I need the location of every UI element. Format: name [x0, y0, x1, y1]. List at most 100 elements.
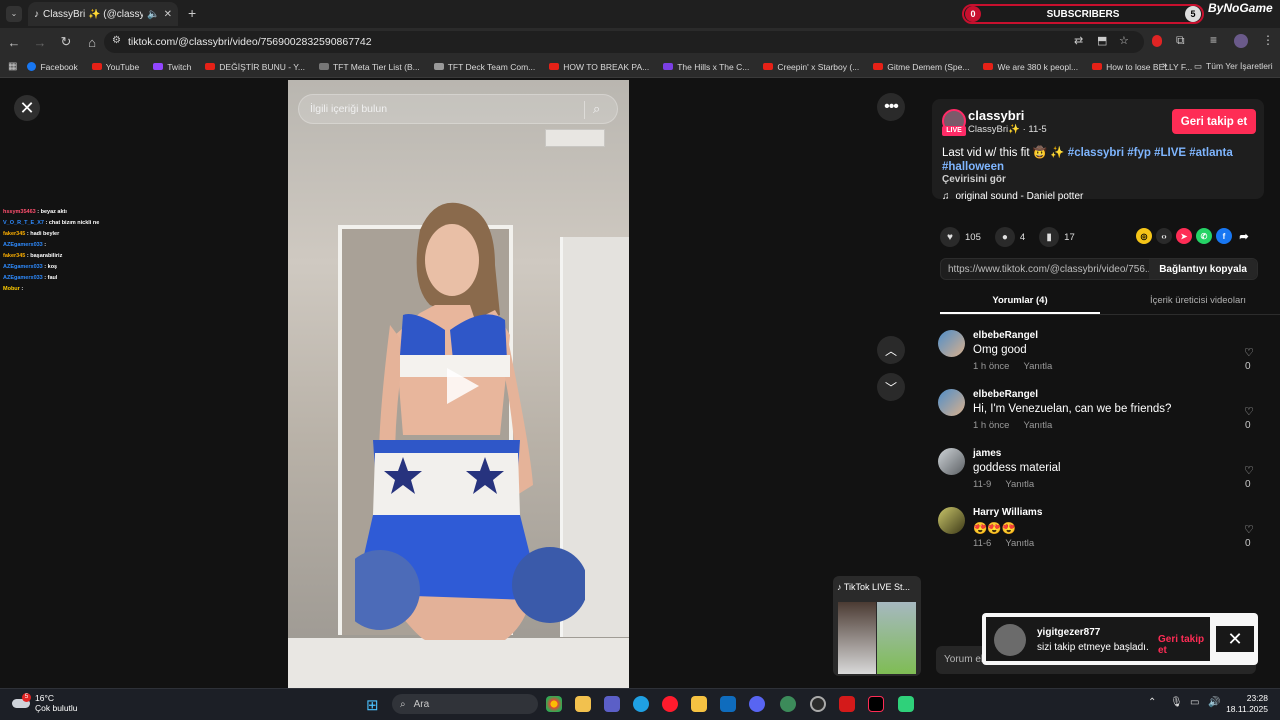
obs-icon[interactable] — [810, 696, 826, 712]
sound-link[interactable]: ♫ original sound - Daniel potter — [942, 191, 1083, 202]
bookmark-item[interactable]: The Hills x The C... — [663, 62, 749, 72]
comment-like-icon[interactable]: ♡ — [1244, 464, 1254, 477]
tray-chevron-icon[interactable]: ⌃ — [1148, 697, 1156, 708]
menu-icon[interactable]: ⋮ — [1262, 33, 1274, 47]
author-username[interactable]: classybri — [968, 108, 1024, 123]
extensions-puzzle-icon[interactable]: ⧉ — [1176, 33, 1185, 48]
see-translation-link[interactable]: Çevirisini gör — [942, 174, 1006, 185]
address-bar[interactable]: ⚙ tiktok.com/@classybri/video/7569002832… — [104, 31, 1144, 53]
close-icon[interactable]: ✕ — [14, 95, 40, 121]
tab-creator-videos[interactable]: İçerik üreticisi videoları — [1118, 290, 1278, 314]
bookmark-icon[interactable]: ▮ — [1039, 227, 1060, 247]
search-icon[interactable]: ⌕ — [593, 101, 600, 117]
store-icon[interactable] — [575, 696, 591, 712]
bookmark-item[interactable]: Creepin' x Starboy (... — [763, 62, 859, 72]
windows-start-icon[interactable]: ⊞ — [366, 696, 379, 714]
avatar[interactable] — [938, 507, 965, 534]
discord-icon[interactable] — [749, 696, 765, 712]
more-options-icon[interactable]: ••• — [877, 93, 905, 121]
caption-hashtag-halloween[interactable]: #halloween — [942, 161, 1004, 173]
avatar[interactable] — [938, 330, 965, 357]
opera-icon[interactable] — [662, 696, 678, 712]
mail-icon[interactable] — [720, 696, 736, 712]
tab-search-icon[interactable]: ⌄ — [6, 6, 22, 22]
install-icon[interactable]: ⬒ — [1097, 34, 1107, 47]
youtube-icon[interactable] — [839, 696, 855, 712]
send-to-friend-icon[interactable]: ➤ — [1176, 228, 1192, 244]
bookmark-item[interactable]: Twitch — [153, 62, 191, 72]
avatar[interactable] — [938, 389, 965, 416]
tiktok-icon[interactable] — [868, 696, 884, 712]
whatsapp-icon[interactable]: ✆ — [1196, 228, 1212, 244]
chevron-up-icon[interactable]: ︿ — [877, 336, 905, 364]
network-icon[interactable]: ▭ — [1190, 697, 1199, 708]
bookmark-item[interactable]: We are 380 k peopl... — [983, 62, 1078, 72]
forward-icon[interactable]: → — [28, 30, 52, 54]
bookmark-item[interactable]: HOW TO BREAK PA... — [549, 62, 649, 72]
copy-link-button[interactable]: Bağlantıyı kopyala — [1149, 259, 1257, 279]
site-info-icon[interactable]: ⚙ — [112, 35, 121, 46]
chrome-icon[interactable] — [546, 696, 562, 712]
notification-follow-back-button[interactable]: Geri takip et — [1158, 634, 1210, 656]
chrome-profile-icon[interactable] — [780, 696, 796, 712]
follow-back-button[interactable]: Geri takip et — [1172, 109, 1256, 134]
comment-bubble-icon[interactable]: ● — [994, 227, 1015, 247]
reply-link[interactable]: Yanıtla — [1005, 479, 1034, 490]
system-clock[interactable]: 23:28 18.11.2025 — [1224, 693, 1268, 715]
browser-tab[interactable]: ♪ ClassyBri ✨ (@classybri) | T 🔈 ✕ — [28, 2, 178, 26]
weather-widget[interactable]: 5 16°C Çok bulutlu — [12, 693, 78, 713]
tab-audio-icon[interactable]: 🔈 — [147, 9, 159, 20]
profile-avatar[interactable] — [1234, 34, 1248, 48]
bookmark-item[interactable]: YouTube — [91, 62, 139, 72]
volume-icon[interactable]: 🔊 — [1208, 697, 1220, 708]
caption-hashtags[interactable]: #classybri #fyp #LIVE #atlanta — [1068, 147, 1233, 159]
bookmark-item[interactable]: Facebook — [27, 62, 78, 72]
new-tab-button[interactable]: + — [188, 5, 196, 21]
like-heart-icon[interactable]: ♥ — [940, 227, 960, 247]
back-icon[interactable]: ← — [2, 30, 26, 54]
chevron-down-icon[interactable]: ﹀ — [877, 373, 905, 401]
comment-author[interactable]: elbebeRangel — [973, 389, 1038, 400]
comment-author[interactable]: james — [973, 448, 1001, 459]
more-bookmarks-icon[interactable]: » — [1162, 60, 1168, 71]
share-arrow-icon[interactable]: ➦ — [1236, 228, 1252, 244]
bookmark-item[interactable]: TFT Meta Tier List (B... — [318, 62, 420, 72]
extension-icon[interactable] — [1152, 35, 1162, 47]
comment-author[interactable]: elbebeRangel — [973, 330, 1038, 341]
live-preview[interactable]: ♪ TikTok LIVE St... — [833, 576, 921, 676]
reply-link[interactable]: Yanıtla — [1023, 420, 1052, 431]
close-icon[interactable]: ✕ — [1216, 626, 1254, 652]
play-icon[interactable] — [443, 366, 481, 406]
all-bookmarks[interactable]: ▭ Tüm Yer İşaretleri — [1194, 61, 1273, 72]
bookmark-star-icon[interactable]: ☆ — [1119, 34, 1129, 47]
avatar[interactable] — [938, 448, 965, 475]
home-icon[interactable]: ⌂ — [80, 30, 104, 54]
facebook-icon[interactable]: f — [1216, 228, 1232, 244]
comment-like-icon[interactable]: ♡ — [1244, 405, 1254, 418]
taskbar-search[interactable]: ⌕ Ara — [392, 694, 538, 714]
tab-close-icon[interactable]: ✕ — [164, 9, 172, 20]
comment-author[interactable]: Harry Williams — [973, 507, 1042, 518]
reload-icon[interactable]: ↻ — [54, 30, 78, 54]
microphone-icon[interactable]: 🎙 — [1170, 697, 1183, 708]
comment-like-icon[interactable]: ♡ — [1244, 346, 1254, 359]
edge-icon[interactable] — [633, 696, 649, 712]
bookmark-item[interactable]: DEĞİŞTİR BUNU - Y... — [205, 62, 305, 72]
notification-user[interactable]: yigitgezer877 — [1037, 627, 1100, 638]
apps-grid-icon[interactable]: ▦ — [8, 61, 17, 72]
embed-code-icon[interactable]: ‹› — [1156, 228, 1172, 244]
avatar[interactable] — [994, 624, 1026, 656]
app-icon[interactable] — [898, 696, 914, 712]
bookmark-item[interactable]: Gitme Demem (Spe... — [873, 62, 969, 72]
bookmark-item[interactable]: How to lose BELLY F... — [1092, 62, 1192, 72]
teams-icon[interactable] — [604, 696, 620, 712]
reply-link[interactable]: Yanıtla — [1005, 538, 1034, 549]
repost-icon[interactable]: ◎ — [1136, 228, 1152, 244]
comment-like-icon[interactable]: ♡ — [1244, 523, 1254, 536]
file-explorer-icon[interactable] — [691, 696, 707, 712]
video-search-input[interactable]: İlgili içeriği bulun ⌕ — [298, 94, 618, 124]
tab-comments[interactable]: Yorumlar (4) — [940, 290, 1100, 314]
bookmark-item[interactable]: TFT Deck Team Com... — [433, 62, 535, 72]
translate-icon[interactable]: ⇄ — [1074, 34, 1083, 47]
reply-link[interactable]: Yanıtla — [1023, 361, 1052, 372]
